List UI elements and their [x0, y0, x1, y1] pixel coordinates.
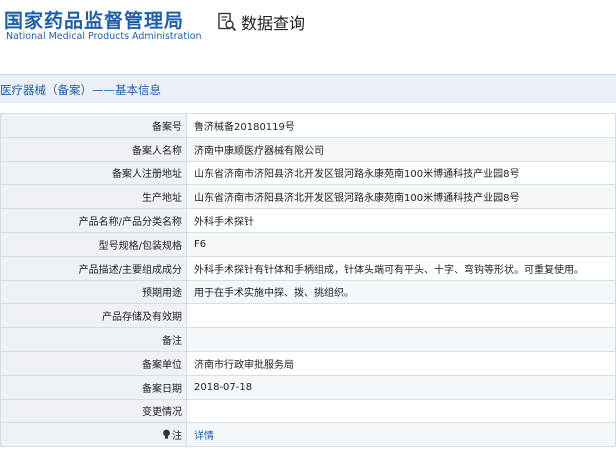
site-header: 国家药品监督管理局 National Medical Products Admi…	[0, 0, 616, 74]
field-label-filing-date: 备案日期	[0, 374, 187, 400]
table-row: 备案人名称 济南中康顺医疗器械有限公司	[0, 136, 616, 162]
field-value-filing-unit: 济南市行政审批服务局	[186, 350, 616, 376]
field-label-product-description: 产品描述/主要组成成分	[0, 255, 187, 281]
field-label-filing-unit: 备案单位	[0, 350, 187, 376]
field-value-model-spec: F6	[186, 231, 616, 257]
field-label-record-no: 备案号	[0, 113, 187, 138]
table-row: 产品描述/主要组成成分 外科手术探针有针体和手柄组成，针体头端可有平头、十字、弯…	[0, 255, 616, 281]
table-row: 预期用途 用于在手术实施中探、拨、挑组织。	[0, 279, 616, 305]
data-query-link[interactable]: 数据查询	[217, 10, 305, 34]
lightbulb-icon	[163, 429, 170, 439]
table-row: 产品名称/产品分类名称 外科手术探针	[0, 208, 616, 233]
note-label: 注	[172, 431, 182, 443]
table-row-note: 注 详情	[0, 422, 616, 448]
table-row: 备注	[0, 327, 616, 352]
field-value-note: 详情	[186, 422, 616, 448]
section-title: 医疗器械（备案）——基本信息	[0, 83, 161, 97]
field-label-registrant-address: 备案人注册地址	[0, 160, 187, 186]
table-row: 备案日期 2018-07-18	[0, 374, 616, 400]
field-value-registrant-address: 山东省济南市济阳县济北开发区银河路永康苑南100米博通科技产业园8号	[186, 160, 616, 186]
table-row: 备案单位 济南市行政审批服务局	[0, 350, 616, 376]
site-logo-en: National Medical Products Administration	[6, 31, 202, 42]
field-value-change-history	[186, 398, 616, 424]
field-label-production-address: 生产地址	[0, 184, 187, 210]
field-label-remarks: 备注	[0, 327, 187, 352]
details-link[interactable]: 详情	[194, 431, 214, 442]
site-logo-cn[interactable]: 国家药品监督管理局	[4, 6, 184, 33]
table-row: 备案号 鲁济械备20180119号	[0, 113, 616, 138]
table-row: 备案人注册地址 山东省济南市济阳县济北开发区银河路永康苑南100米博通科技产业园…	[0, 160, 616, 186]
field-label-intended-use: 预期用途	[0, 279, 187, 305]
section-header: 医疗器械（备案）——基本信息	[0, 74, 616, 103]
table-row: 变更情况	[0, 398, 616, 424]
field-value-production-address: 山东省济南市济阳县济北开发区银河路永康苑南100米博通科技产业园8号	[186, 184, 616, 210]
table-row: 生产地址 山东省济南市济阳县济北开发区银河路永康苑南100米博通科技产业园8号	[0, 184, 616, 210]
document-search-icon	[218, 12, 237, 32]
field-value-filing-date: 2018-07-18	[186, 374, 616, 400]
record-table: 备案号 鲁济械备20180119号 备案人名称 济南中康顺医疗器械有限公司 备案…	[0, 113, 616, 448]
field-label-model-spec: 型号规格/包装规格	[0, 231, 187, 257]
field-label-storage-validity: 产品存储及有效期	[0, 303, 187, 329]
field-label-registrant-name: 备案人名称	[0, 136, 187, 162]
table-row: 产品存储及有效期	[0, 303, 616, 329]
data-query-label: 数据查询	[241, 14, 306, 33]
field-value-remarks	[186, 327, 616, 352]
field-value-product-description: 外科手术探针有针体和手柄组成，针体头端可有平头、十字、弯钩等形状。可重复使用。	[186, 255, 616, 281]
field-value-product-name: 外科手术探针	[186, 208, 616, 233]
field-label-change-history: 变更情况	[0, 398, 187, 424]
table-row: 型号规格/包装规格 F6	[0, 231, 616, 257]
field-value-storage-validity	[186, 303, 616, 329]
field-label-note: 注	[0, 422, 187, 448]
field-value-record-no: 鲁济械备20180119号	[186, 113, 616, 138]
field-value-intended-use: 用于在手术实施中探、拨、挑组织。	[186, 279, 616, 305]
field-value-registrant-name: 济南中康顺医疗器械有限公司	[186, 136, 616, 162]
field-label-product-name: 产品名称/产品分类名称	[0, 208, 187, 233]
